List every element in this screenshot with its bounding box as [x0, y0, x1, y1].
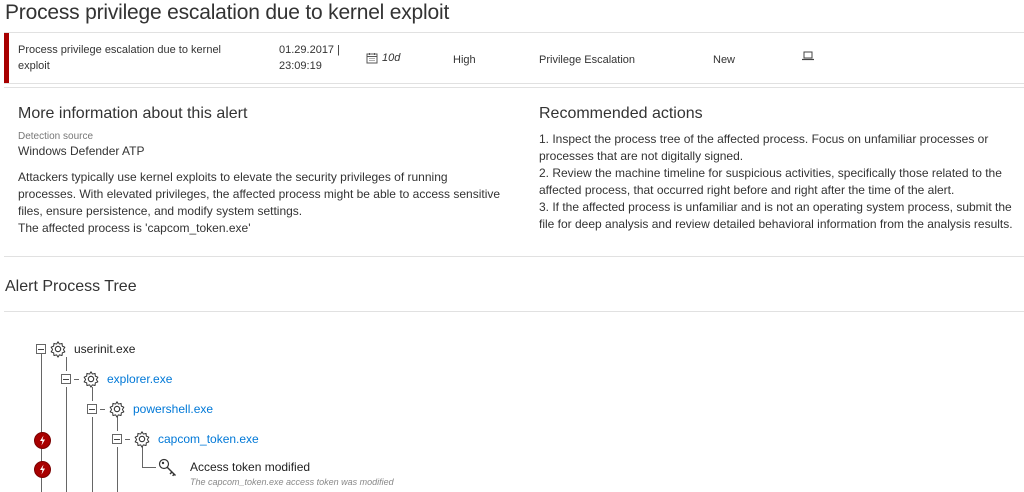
alert-marker-icon[interactable]: [34, 461, 51, 478]
collapse-toggle[interactable]: [36, 344, 46, 354]
detection-source-label: Detection source: [18, 131, 94, 142]
alert-age: 10d: [366, 50, 400, 66]
alert-time: 23:09:19: [279, 60, 322, 72]
calendar-icon: [366, 53, 378, 64]
action-item: 1. Inspect the process tree of the affec…: [539, 132, 989, 163]
process-tree-panel: userinit.exe explorer.exe powershell.exe…: [4, 311, 1024, 492]
more-info-heading: More information about this alert: [18, 105, 248, 122]
gear-icon: [83, 371, 99, 388]
key-icon: [158, 458, 176, 477]
alert-details-panel: More information about this alert Detect…: [4, 87, 1024, 257]
gear-icon: [50, 341, 66, 358]
alert-age-value: 10d: [382, 52, 401, 64]
lightning-icon: [40, 435, 45, 446]
alert-marker-icon[interactable]: [34, 432, 51, 449]
tree-connector: [142, 447, 143, 467]
tree-connector: [66, 357, 67, 371]
tree-connector: [100, 408, 105, 410]
alert-title: Process privilege escalation due to kern…: [18, 44, 222, 72]
tree-connector: [117, 417, 118, 431]
recommended-actions-section: Recommended actions 1. Inspect the proce…: [539, 105, 1024, 233]
process-node-capcom-token[interactable]: capcom_token.exe: [112, 430, 259, 448]
collapse-toggle[interactable]: [87, 404, 97, 414]
tree-connector: [66, 387, 67, 492]
recommended-actions-heading: Recommended actions: [539, 105, 703, 122]
process-name: userinit.exe: [74, 342, 136, 356]
process-tree-heading: Alert Process Tree: [5, 278, 137, 295]
more-info-section: More information about this alert Detect…: [18, 105, 508, 237]
process-node-explorer[interactable]: explorer.exe: [61, 370, 172, 388]
lightning-icon: [40, 464, 45, 475]
affected-process-text: The affected process is 'capcom_token.ex…: [18, 221, 251, 235]
tree-connector: [117, 447, 118, 492]
collapse-toggle[interactable]: [61, 374, 71, 384]
alert-severity: High: [453, 54, 476, 66]
alert-summary-row[interactable]: Process privilege escalation due to kern…: [4, 32, 1024, 84]
alert-description: Attackers typically use kernel exploits …: [18, 170, 501, 218]
process-node-userinit[interactable]: userinit.exe: [36, 340, 135, 358]
alert-datetime: 01.29.2017 | 23:09:19: [279, 42, 359, 74]
process-link[interactable]: explorer.exe: [107, 372, 172, 386]
collapse-toggle[interactable]: [112, 434, 122, 444]
alert-category: Privilege Escalation: [539, 54, 635, 66]
page-title: Process privilege escalation due to kern…: [5, 1, 450, 24]
laptop-icon[interactable]: [801, 50, 815, 62]
tree-connector: [125, 438, 130, 440]
tree-connector: [142, 467, 156, 468]
gear-icon: [109, 401, 125, 418]
severity-indicator-bar: [4, 33, 9, 83]
event-title: Access token modified: [190, 460, 311, 474]
process-link[interactable]: powershell.exe: [133, 402, 213, 416]
detection-source-value: Windows Defender ATP: [18, 144, 145, 158]
alert-date: 01.29.2017 |: [279, 44, 340, 56]
tree-connector: [74, 378, 79, 380]
process-node-powershell[interactable]: powershell.exe: [87, 400, 213, 418]
tree-connector: [92, 417, 93, 492]
process-link[interactable]: capcom_token.exe: [158, 432, 259, 446]
alert-status: New: [713, 54, 736, 66]
tree-connector: [92, 387, 93, 401]
event-subtitle: The capcom_token.exe access token was mo…: [190, 477, 394, 487]
machine-link[interactable]: [801, 50, 815, 67]
action-item: 2. Review the machine timeline for suspi…: [539, 166, 1002, 197]
action-item: 3. If the affected process is unfamiliar…: [539, 200, 1013, 231]
gear-icon: [134, 431, 150, 448]
